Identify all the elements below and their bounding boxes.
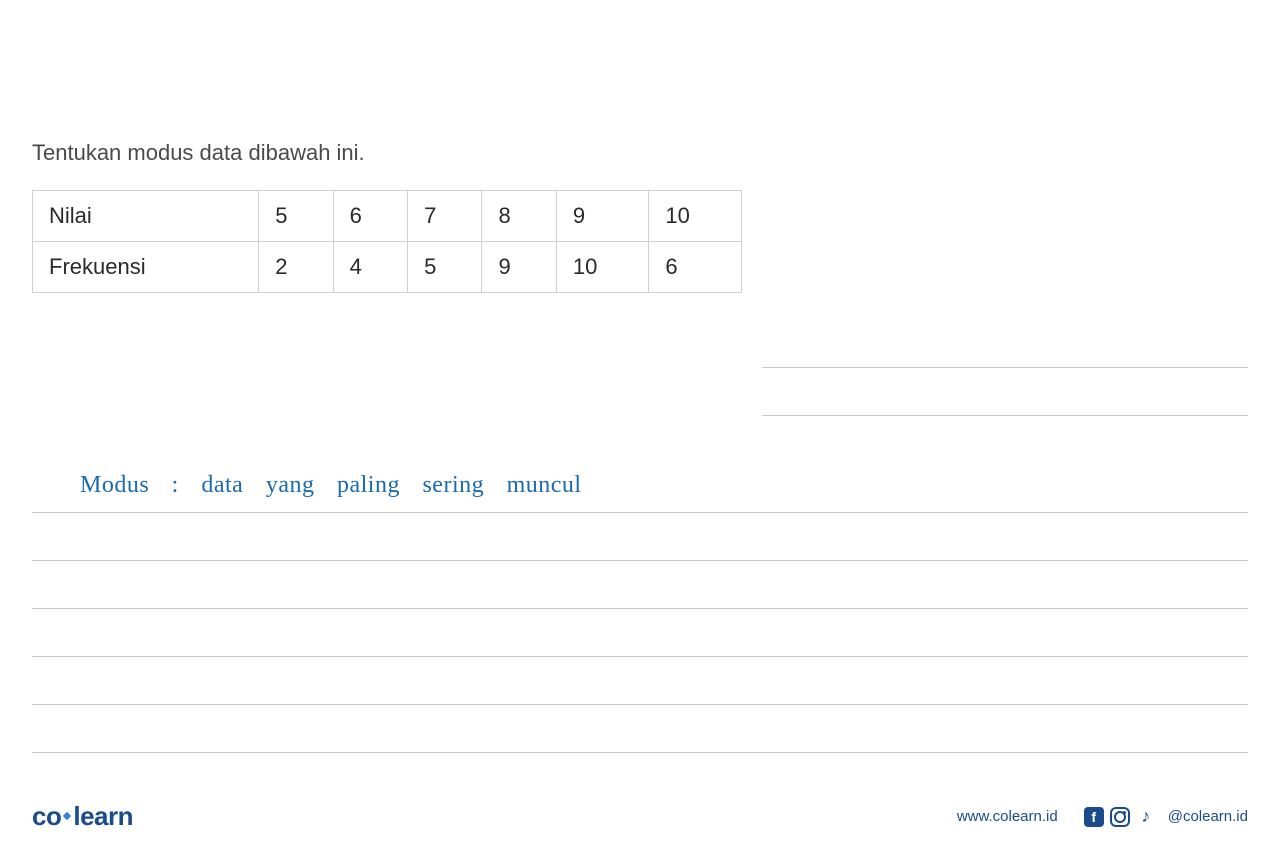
social-icons: f ♪ <box>1084 807 1156 827</box>
nilai-label-cell: Nilai <box>33 191 259 242</box>
data-table: Nilai 5 6 7 8 9 10 Frekuensi 2 4 5 9 10 … <box>32 190 742 293</box>
footer-right: www.colearn.id f ♪ @colearn.id <box>957 807 1248 827</box>
ruled-line <box>32 561 1248 609</box>
table-row: Frekuensi 2 4 5 9 10 6 <box>33 242 742 293</box>
social-handle: @colearn.id <box>1168 808 1248 825</box>
ruled-line <box>32 705 1248 753</box>
ruled-line <box>32 609 1248 657</box>
website-url: www.colearn.id <box>957 808 1058 825</box>
table-row: Nilai 5 6 7 8 9 10 <box>33 191 742 242</box>
ruled-line <box>762 320 1248 368</box>
tiktok-icon: ♪ <box>1136 807 1156 827</box>
nilai-value-cell: 10 <box>649 191 742 242</box>
ruled-lines-top <box>762 320 1248 416</box>
question-title: Tentukan modus data dibawah ini. <box>32 140 1248 166</box>
nilai-value-cell: 5 <box>259 191 333 242</box>
ruled-line <box>32 657 1248 705</box>
nilai-value-cell: 7 <box>408 191 482 242</box>
nilai-value-cell: 6 <box>333 191 407 242</box>
footer: colearn www.colearn.id f ♪ @colearn.id <box>32 801 1248 832</box>
logo-text-co: co <box>32 801 61 831</box>
frekuensi-value-cell: 4 <box>333 242 407 293</box>
nilai-value-cell: 9 <box>556 191 649 242</box>
data-table-wrapper: Nilai 5 6 7 8 9 10 Frekuensi 2 4 5 9 10 … <box>32 190 742 293</box>
frekuensi-value-cell: 10 <box>556 242 649 293</box>
logo-diamond-icon <box>63 812 71 820</box>
handwritten-note: Modus : data yang paling sering muncul <box>80 472 582 499</box>
ruled-lines-full <box>32 465 1248 753</box>
frekuensi-value-cell: 2 <box>259 242 333 293</box>
colearn-logo: colearn <box>32 801 133 832</box>
frekuensi-value-cell: 6 <box>649 242 742 293</box>
frekuensi-label-cell: Frekuensi <box>33 242 259 293</box>
logo-text-learn: learn <box>73 801 133 831</box>
instagram-icon <box>1110 807 1130 827</box>
ruled-line <box>762 368 1248 416</box>
facebook-icon: f <box>1084 807 1104 827</box>
frekuensi-value-cell: 9 <box>482 242 556 293</box>
ruled-line <box>32 513 1248 561</box>
nilai-value-cell: 8 <box>482 191 556 242</box>
frekuensi-value-cell: 5 <box>408 242 482 293</box>
